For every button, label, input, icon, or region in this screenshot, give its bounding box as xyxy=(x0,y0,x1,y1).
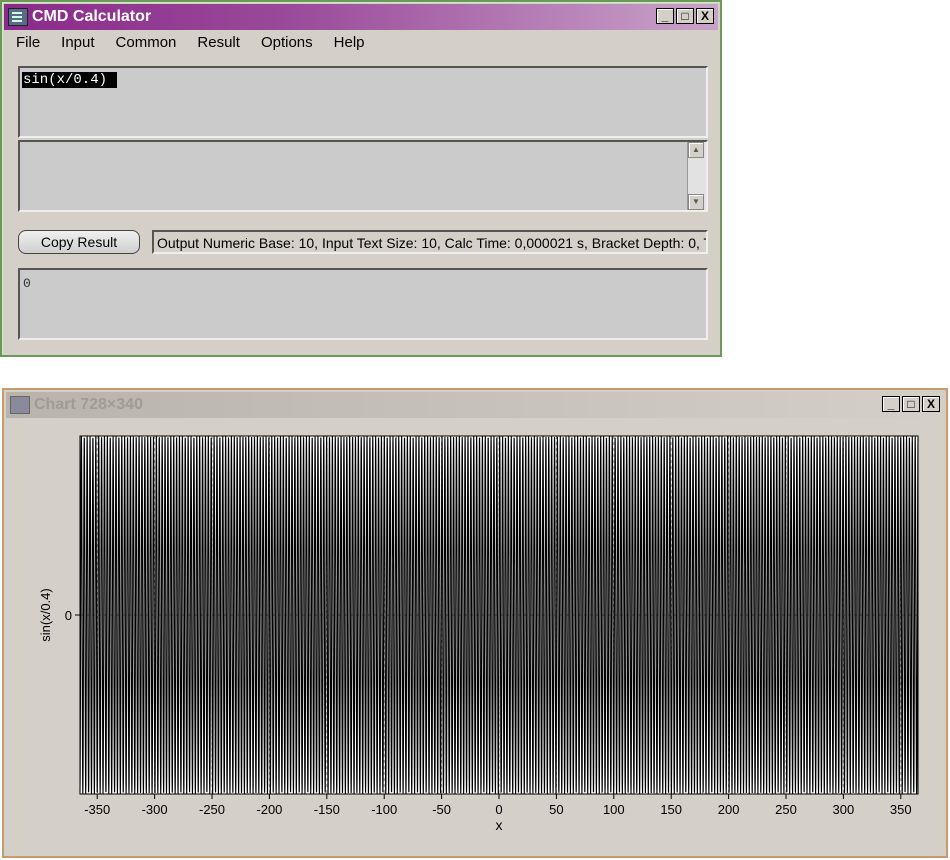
expression-text: sin(x/0.4) xyxy=(22,72,118,88)
x-tick-label: 150 xyxy=(660,802,682,817)
result-value: 0 xyxy=(23,276,31,291)
scroll-up-icon[interactable]: ▲ xyxy=(688,142,704,158)
x-tick-label: -100 xyxy=(371,802,397,817)
x-tick-label: 300 xyxy=(833,802,855,817)
scroll-down-icon[interactable]: ▼ xyxy=(688,194,704,210)
menu-help[interactable]: Help xyxy=(322,32,374,54)
expression-input[interactable]: sin(x/0.4) xyxy=(18,66,708,138)
calculator-titlebar[interactable]: CMD Calculator _ □ X xyxy=(4,4,718,30)
menu-bar: File Input Common Result Options Help xyxy=(4,32,718,54)
chart-window: Chart 728×340 _ □ X -350 -300 -250 -200 -150… xyxy=(2,388,948,858)
y-tick-label: 0 xyxy=(65,608,72,623)
output-scrollbar[interactable]: ▲ ▼ xyxy=(687,142,706,210)
x-tick-label: -50 xyxy=(432,802,451,817)
menu-file[interactable]: File xyxy=(4,32,49,54)
status-text: Output Numeric Base: 10, Input Text Size… xyxy=(157,235,708,251)
menu-options[interactable]: Options xyxy=(249,32,322,54)
x-tick-label: 100 xyxy=(603,802,625,817)
status-bar: Output Numeric Base: 10, Input Text Size… xyxy=(152,230,708,254)
copy-result-button[interactable]: Copy Result xyxy=(18,230,140,254)
x-tick-label: 50 xyxy=(549,802,563,817)
x-tick-label: -300 xyxy=(142,802,168,817)
x-tick-label: 350 xyxy=(890,802,912,817)
calculator-window: CMD Calculator _ □ X File Input Common R… xyxy=(0,0,722,357)
x-tick-label: 0 xyxy=(495,802,502,817)
x-tick-label: -150 xyxy=(314,802,340,817)
x-tick-label: -250 xyxy=(199,802,225,817)
calculator-app-icon xyxy=(8,8,28,26)
maximize-button[interactable]: □ xyxy=(676,8,694,24)
x-tick-label: -350 xyxy=(84,802,110,817)
x-tick-label: -200 xyxy=(256,802,282,817)
y-axis-label: sin(x/0.4) xyxy=(38,588,53,641)
copy-result-label: Copy Result xyxy=(40,234,118,250)
menu-input[interactable]: Input xyxy=(49,32,103,54)
x-axis-label: x xyxy=(496,817,503,833)
minimize-button[interactable]: _ xyxy=(656,8,674,24)
output-area[interactable]: ▲ ▼ xyxy=(18,140,708,212)
x-tick-label: 250 xyxy=(775,802,797,817)
calculator-title: CMD Calculator xyxy=(32,8,152,25)
close-button[interactable]: X xyxy=(696,8,714,24)
result-area[interactable]: 0 xyxy=(18,268,708,340)
chart-canvas[interactable]: -350 -300 -250 -200 -150 -100 -50 0 50 100 150 200 2… xyxy=(4,390,946,856)
x-tick-label: 200 xyxy=(718,802,740,817)
menu-result[interactable]: Result xyxy=(185,32,249,54)
menu-common[interactable]: Common xyxy=(104,32,186,54)
